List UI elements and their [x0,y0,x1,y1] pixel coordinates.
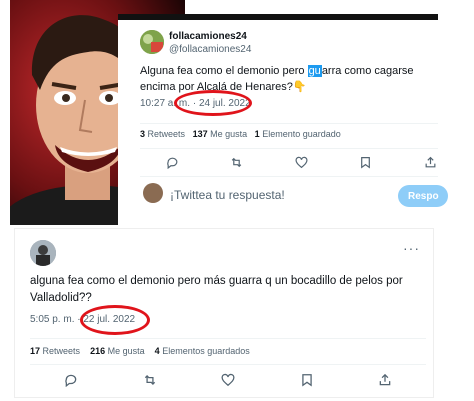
tweet-text: alguna fea como el demonio pero más guar… [30,275,403,304]
reply-icon[interactable] [165,155,179,169]
avatar[interactable] [140,30,164,54]
divider [140,148,438,149]
more-options-icon[interactable]: ··· [403,240,420,256]
reply-avatar [143,183,163,203]
divider [140,176,438,177]
likes-count[interactable]: 216 [90,346,105,356]
divider [140,123,438,124]
tweet-stats: 17 Retweets 216 Me gusta 4 Elementos gua… [30,346,250,356]
retweets-label[interactable]: Retweets [43,346,81,356]
user-handle[interactable]: @follacamiones24 [169,44,251,55]
like-icon[interactable] [294,155,308,169]
tweet-text-selection: gu [307,65,322,77]
date-highlight-circle [174,90,252,116]
likes-label[interactable]: Me gusta [108,346,145,356]
reply-input[interactable]: ¡Twittea tu respuesta! [170,188,285,202]
reply-icon[interactable] [64,373,78,387]
retweets-label[interactable]: Retweets [148,129,186,139]
saved-label: Elementos guardados [162,346,250,356]
share-icon[interactable] [378,373,392,387]
saved-label: Elemento guardado [262,129,341,139]
like-icon[interactable] [221,373,235,387]
avatar-image [30,240,56,266]
display-name[interactable]: follacamiones24 [169,31,247,42]
tweet-actions [64,373,392,387]
tweet-text: Alguna fea como el demonio pero guarra c… [140,63,440,95]
divider [30,364,426,365]
tweet-text-start: Alguna fea como el demonio pero [140,65,308,77]
divider [30,338,426,339]
share-icon[interactable] [423,155,437,169]
tweet-stats: 3 Retweets 137 Me gusta 1 Elemento guard… [140,129,341,139]
likes-label[interactable]: Me gusta [210,129,247,139]
retweet-icon[interactable] [230,155,244,169]
tweet-actions [165,155,437,169]
retweet-icon[interactable] [143,373,157,387]
bookmark-icon[interactable] [300,373,314,387]
avatar[interactable] [30,240,56,266]
likes-count[interactable]: 137 [193,129,208,139]
date-highlight-circle [80,305,150,335]
tweet-time: 5:05 p. m. [30,314,75,325]
bookmark-icon[interactable] [359,155,373,169]
retweets-count[interactable]: 3 [140,129,145,139]
pointing-down-emoji: 👇 [292,81,307,93]
saved-count: 4 [154,346,160,356]
avatar-image [140,30,164,54]
retweets-count[interactable]: 17 [30,346,40,356]
saved-count: 1 [254,129,260,139]
reply-button[interactable]: Respo [398,185,448,207]
